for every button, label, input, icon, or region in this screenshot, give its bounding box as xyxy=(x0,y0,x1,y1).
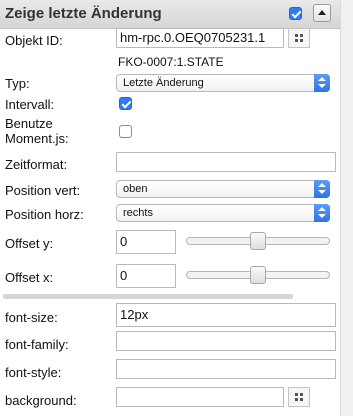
offset-x-slider-handle[interactable] xyxy=(250,266,266,284)
position-horz-label: Position horz: xyxy=(5,207,84,222)
section-divider xyxy=(3,294,293,299)
font-family-label: font-family: xyxy=(5,337,69,352)
zeitformat-input[interactable] xyxy=(116,152,336,172)
offset-x-label: Offset x: xyxy=(5,270,54,285)
typ-select-value: Letzte Änderung xyxy=(123,77,204,89)
position-vert-label: Position vert: xyxy=(5,183,81,198)
grid-icon xyxy=(295,393,303,401)
typ-select[interactable]: Letzte Änderung xyxy=(116,74,330,92)
objekt-id-subtitle: FKO-0007:1.STATE xyxy=(118,55,224,69)
select-arrow-icon xyxy=(314,180,330,198)
font-style-label: font-style: xyxy=(5,365,62,380)
objekt-id-input[interactable]: hm-rpc.0.OEQ0705231.1 xyxy=(116,28,284,48)
offset-x-input[interactable]: 0 xyxy=(116,264,176,288)
select-arrow-icon xyxy=(314,204,330,222)
position-horz-value: rechts xyxy=(123,207,153,219)
font-size-input[interactable]: 12px xyxy=(116,303,336,327)
offset-y-label: Offset y: xyxy=(5,236,54,251)
object-picker-button[interactable] xyxy=(288,28,310,48)
objekt-id-label: Objekt ID: xyxy=(5,33,63,48)
collapse-button[interactable] xyxy=(313,4,331,22)
color-picker-button[interactable] xyxy=(288,387,310,407)
intervall-label: Intervall: xyxy=(5,97,55,112)
moment-label-line2: Moment.js: xyxy=(5,131,69,146)
grid-icon xyxy=(295,34,303,42)
moment-label-line1: Benutze xyxy=(5,116,53,131)
section-enabled-checkbox[interactable] xyxy=(289,7,302,20)
background-input[interactable] xyxy=(116,387,284,407)
section-title: Zeige letzte Änderung xyxy=(5,5,162,22)
position-vert-select[interactable]: oben xyxy=(116,180,330,198)
intervall-checkbox[interactable] xyxy=(119,97,132,110)
offset-y-slider-handle[interactable] xyxy=(250,232,266,250)
section-header: Zeige letzte Änderung xyxy=(0,0,340,29)
scrollbar[interactable] xyxy=(340,0,353,416)
position-horz-select[interactable]: rechts xyxy=(116,204,330,222)
position-vert-value: oben xyxy=(123,183,148,195)
font-family-input[interactable] xyxy=(116,331,336,351)
select-arrow-icon xyxy=(314,74,330,92)
background-label: background: xyxy=(5,393,77,408)
typ-label: Typ: xyxy=(5,76,30,91)
zeitformat-label: Zeitformat: xyxy=(5,157,68,172)
font-size-label: font-size: xyxy=(5,310,58,325)
font-style-input[interactable] xyxy=(116,359,336,379)
moment-checkbox[interactable] xyxy=(119,125,132,138)
offset-y-input[interactable]: 0 xyxy=(116,230,176,254)
